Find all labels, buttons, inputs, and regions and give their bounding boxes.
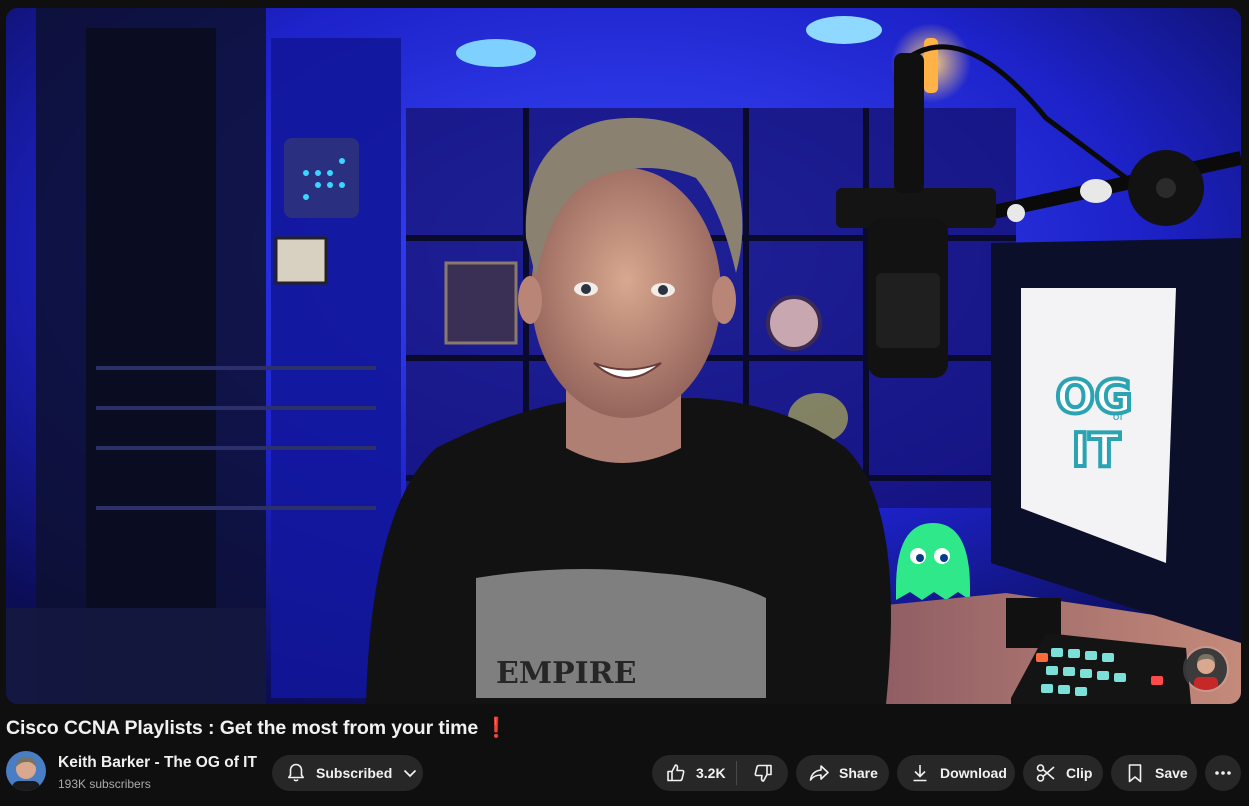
scissors-icon — [1036, 764, 1055, 782]
save-label: Save — [1155, 765, 1188, 781]
clip-button[interactable]: Clip — [1023, 755, 1103, 791]
chevron-down-icon — [404, 769, 417, 778]
svg-text:EMPIRE: EMPIRE — [496, 656, 636, 691]
svg-text:of: of — [1113, 410, 1125, 423]
clip-label: Clip — [1066, 765, 1093, 781]
download-button[interactable]: Download — [897, 755, 1015, 791]
more-actions-button[interactable] — [1205, 755, 1241, 791]
save-button[interactable]: Save — [1111, 755, 1197, 791]
watch-page: { "video": { "title": "Cisco CCNA Playli… — [0, 0, 1249, 806]
thumbs-up-icon — [667, 764, 685, 782]
share-label: Share — [839, 765, 878, 781]
like-count: 3.2K — [696, 765, 726, 781]
dislike-button[interactable] — [737, 755, 788, 791]
bell-icon — [288, 763, 304, 782]
thumbs-down-icon — [754, 764, 772, 782]
exclamation-emoji: ❗ — [484, 717, 509, 739]
download-icon — [913, 765, 927, 782]
share-button[interactable]: Share — [796, 755, 889, 791]
channel-name-link[interactable]: Keith Barker - The OG of IT — [58, 754, 257, 772]
video-frame: OG of IT EMPIRE — [6, 8, 1241, 704]
video-title: Cisco CCNA Playlists : Get the most from… — [6, 716, 508, 740]
subscribed-button[interactable]: Subscribed — [272, 755, 423, 791]
share-arrow-icon — [809, 765, 829, 781]
subscribed-label: Subscribed — [316, 765, 393, 781]
channel-avatar[interactable] — [6, 751, 46, 791]
like-dislike-group: 3.2K — [652, 755, 788, 791]
bookmark-icon — [1128, 764, 1142, 783]
subscriber-count: 193K subscribers — [58, 777, 151, 791]
like-button[interactable]: 3.2K — [652, 755, 736, 791]
download-label: Download — [940, 765, 1007, 781]
video-title-text: Cisco CCNA Playlists : Get the most from… — [6, 717, 479, 739]
svg-text:IT: IT — [1072, 423, 1121, 477]
video-player[interactable]: OG of IT EMPIRE — [6, 8, 1241, 704]
channel-watermark[interactable] — [1183, 646, 1229, 692]
more-horizontal-icon — [1215, 771, 1231, 775]
